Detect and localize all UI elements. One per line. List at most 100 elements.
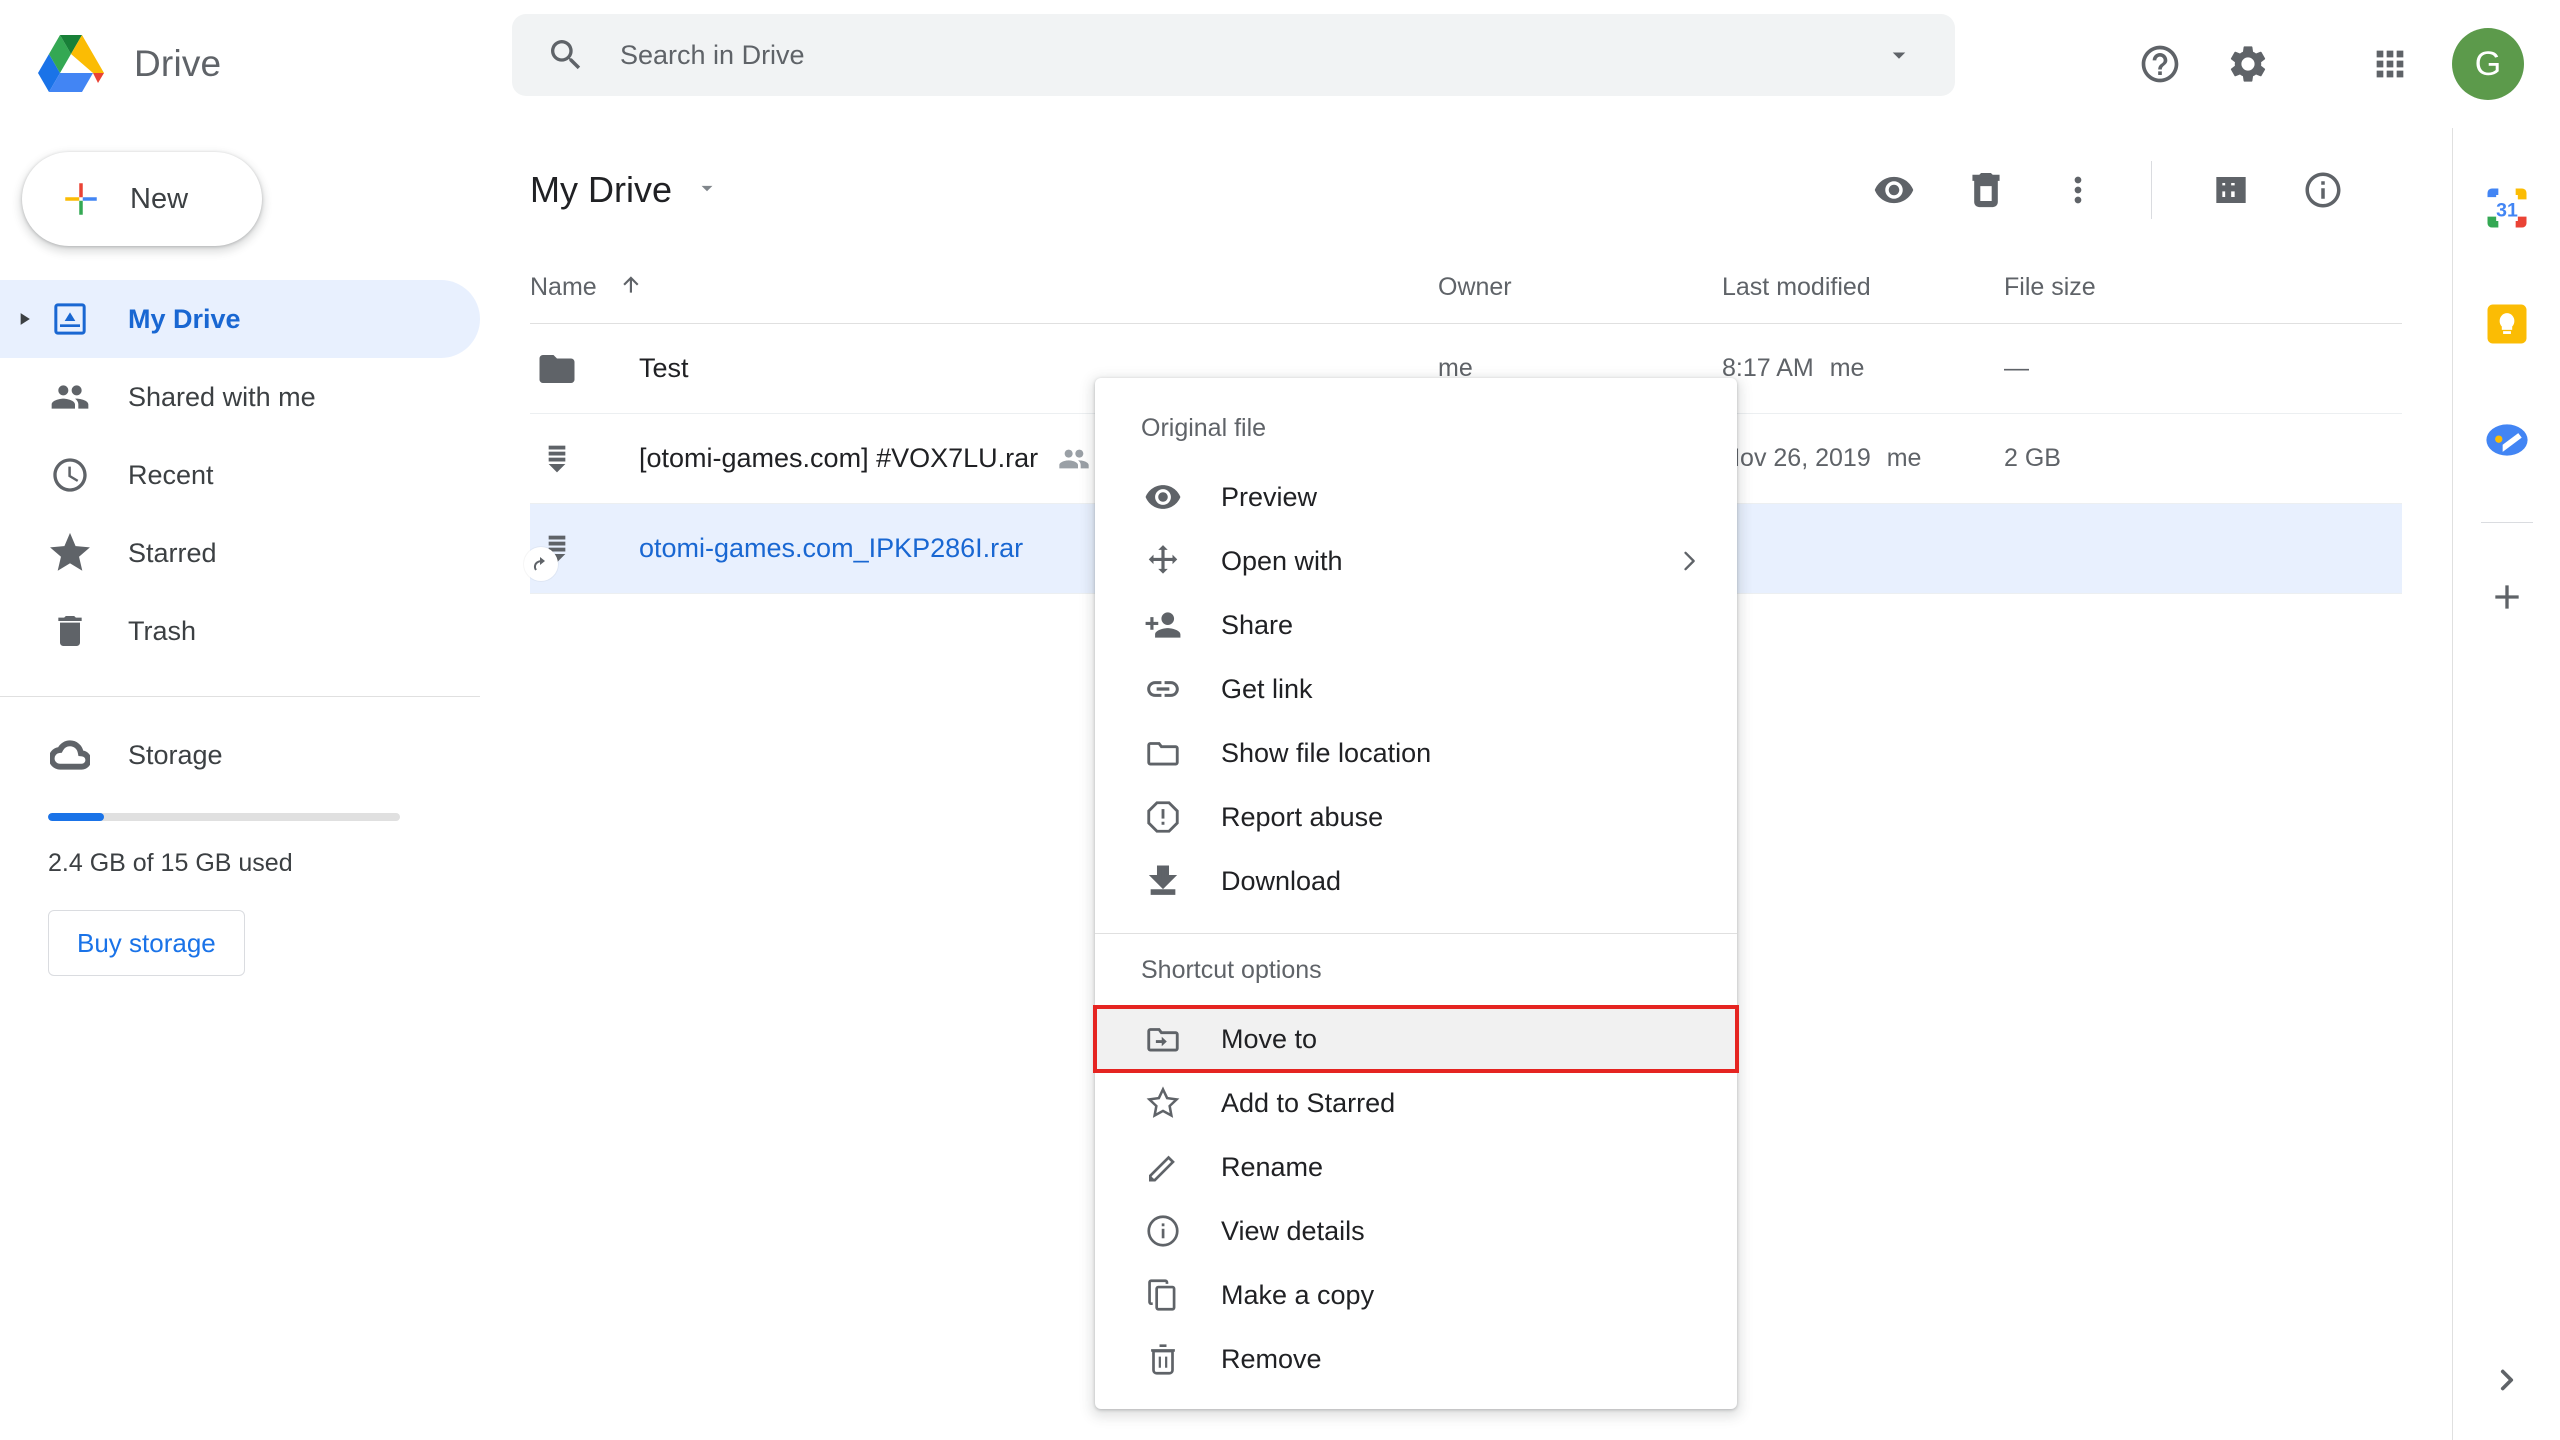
grid-view-icon[interactable] [2192,151,2270,229]
sidebar-item-starred[interactable]: Starred [0,514,480,592]
sidebar-item-label: My Drive [128,303,241,334]
storage-label: Storage [128,739,223,770]
brand[interactable]: Drive [38,35,508,93]
sidebar-item-shared-with-me[interactable]: Shared with me [0,358,480,436]
menu-item-label: Get link [1221,673,1313,704]
top-header: Drive G [0,0,2560,128]
breadcrumb[interactable]: My Drive [530,169,720,211]
google-calendar-icon[interactable]: 31 [2471,172,2543,244]
menu-item-label: Add to Starred [1221,1087,1396,1118]
trash-icon[interactable] [1947,151,2025,229]
sidebar-item-my-drive[interactable]: My Drive [0,280,480,358]
move-to-folder-icon [1141,1020,1185,1058]
menu-item-report-abuse[interactable]: Report abuse [1095,785,1737,849]
menu-item-rename[interactable]: Rename [1095,1135,1737,1199]
archive-icon [524,529,584,581]
file-name: otomi-games.com_IPKP286I.rar [639,533,1024,563]
gear-icon[interactable] [2208,24,2288,104]
my-drive-icon [48,297,92,341]
menu-item-remove[interactable]: Remove [1095,1327,1737,1391]
sidebar-item-recent[interactable]: Recent [0,436,480,514]
menu-item-download[interactable]: Download [1095,849,1737,913]
chevron-down-icon[interactable] [1869,40,1929,70]
menu-item-view-details[interactable]: View details [1095,1199,1737,1263]
header-actions: G [2112,0,2560,128]
menu-item-preview[interactable]: Preview [1095,465,1737,529]
sidebar: New My Drive Shared with me Recent Starr… [0,128,480,1440]
menu-item-label: Download [1221,865,1342,896]
chevron-right-icon[interactable] [0,309,48,329]
file-modified-date: Nov 26, 2019 [1722,444,1871,472]
column-header-owner[interactable]: Owner [1438,273,1722,302]
brand-name: Drive [134,43,222,84]
search-bar[interactable] [512,14,1955,96]
context-menu-divider [1095,933,1737,934]
file-modified-by: me [1829,354,1865,382]
side-apps-rail: 31 [2452,128,2560,1440]
menu-item-get-link[interactable]: Get link [1095,657,1737,721]
column-label: Name [530,273,597,301]
storage-progress-bar[interactable] [48,813,400,821]
menu-item-share[interactable]: Share [1095,593,1737,657]
file-name: [otomi-games.com] #VOX7LU.rar [639,443,1039,473]
menu-item-label: Open with [1221,545,1343,576]
file-list-header: Name Owner Last modified File size [530,252,2402,324]
chevron-right-icon[interactable] [2473,1346,2541,1414]
menu-item-label: Show file location [1221,737,1432,768]
people-icon [48,375,92,419]
preview-icon[interactable] [1855,151,1933,229]
menu-item-label: Make a copy [1221,1279,1375,1310]
storage-used-text: 2.4 GB of 15 GB used [48,849,293,877]
sidebar-nav: My Drive Shared with me Recent Starred T… [0,280,480,670]
sidebar-item-label: Starred [128,537,217,568]
search-input[interactable] [620,39,1869,71]
menu-item-label: View details [1221,1215,1365,1246]
arrow-up-icon [619,271,645,304]
more-vertical-icon[interactable] [2039,151,2117,229]
shortcut-badge-icon [524,546,558,581]
sidebar-item-trash[interactable]: Trash [0,592,480,670]
plus-icon [60,178,102,220]
link-icon [1141,670,1185,708]
storage-header[interactable]: Storage [48,733,480,777]
context-menu-section-shortcut: Shortcut options [1141,956,1322,984]
column-header-name[interactable]: Name [530,271,1438,304]
storage-section: Storage 2.4 GB of 15 GB used Buy storage [0,697,480,976]
open-with-icon [1141,542,1185,580]
buy-storage-button[interactable]: Buy storage [48,910,245,976]
new-button-label: New [130,182,189,215]
google-keep-icon[interactable] [2471,288,2543,360]
menu-item-show-file-location[interactable]: Show file location [1095,721,1737,785]
rail-divider [2480,522,2533,523]
menu-item-make-a-copy[interactable]: Make a copy [1095,1263,1737,1327]
menu-item-add-to-starred[interactable]: Add to Starred [1095,1071,1737,1135]
archive-icon [530,439,584,479]
chevron-right-icon [1675,547,1703,575]
file-modified-date: 8:17 AM [1722,354,1814,382]
menu-item-open-with[interactable]: Open with [1095,529,1737,593]
column-header-size[interactable]: File size [2004,273,2402,302]
help-icon[interactable] [2120,24,2200,104]
folder-icon [1141,734,1185,772]
plus-icon[interactable] [2471,561,2543,633]
chevron-down-icon[interactable] [694,175,720,206]
file-name: Test [639,353,689,383]
main-toolbar-actions [1841,128,2362,252]
new-button[interactable]: New [22,152,262,246]
column-header-modified[interactable]: Last modified [1722,273,2004,302]
sidebar-item-label: Shared with me [128,381,316,412]
info-icon[interactable] [2284,151,2362,229]
search-icon [546,35,586,75]
folder-icon [530,348,584,390]
eye-icon [1141,478,1185,516]
file-modified-by: me [1886,444,1922,472]
menu-item-move-to[interactable]: Move to [1093,1005,1739,1073]
avatar[interactable]: G [2452,28,2524,100]
menu-item-label: Share [1221,609,1294,640]
file-size: 2 GB [2004,444,2061,472]
context-menu-section-original: Original file [1141,414,1267,442]
google-tasks-icon[interactable] [2471,404,2543,476]
svg-text:31: 31 [2496,200,2518,222]
apps-grid-icon[interactable] [2350,24,2430,104]
sidebar-item-label: Trash [128,615,197,646]
